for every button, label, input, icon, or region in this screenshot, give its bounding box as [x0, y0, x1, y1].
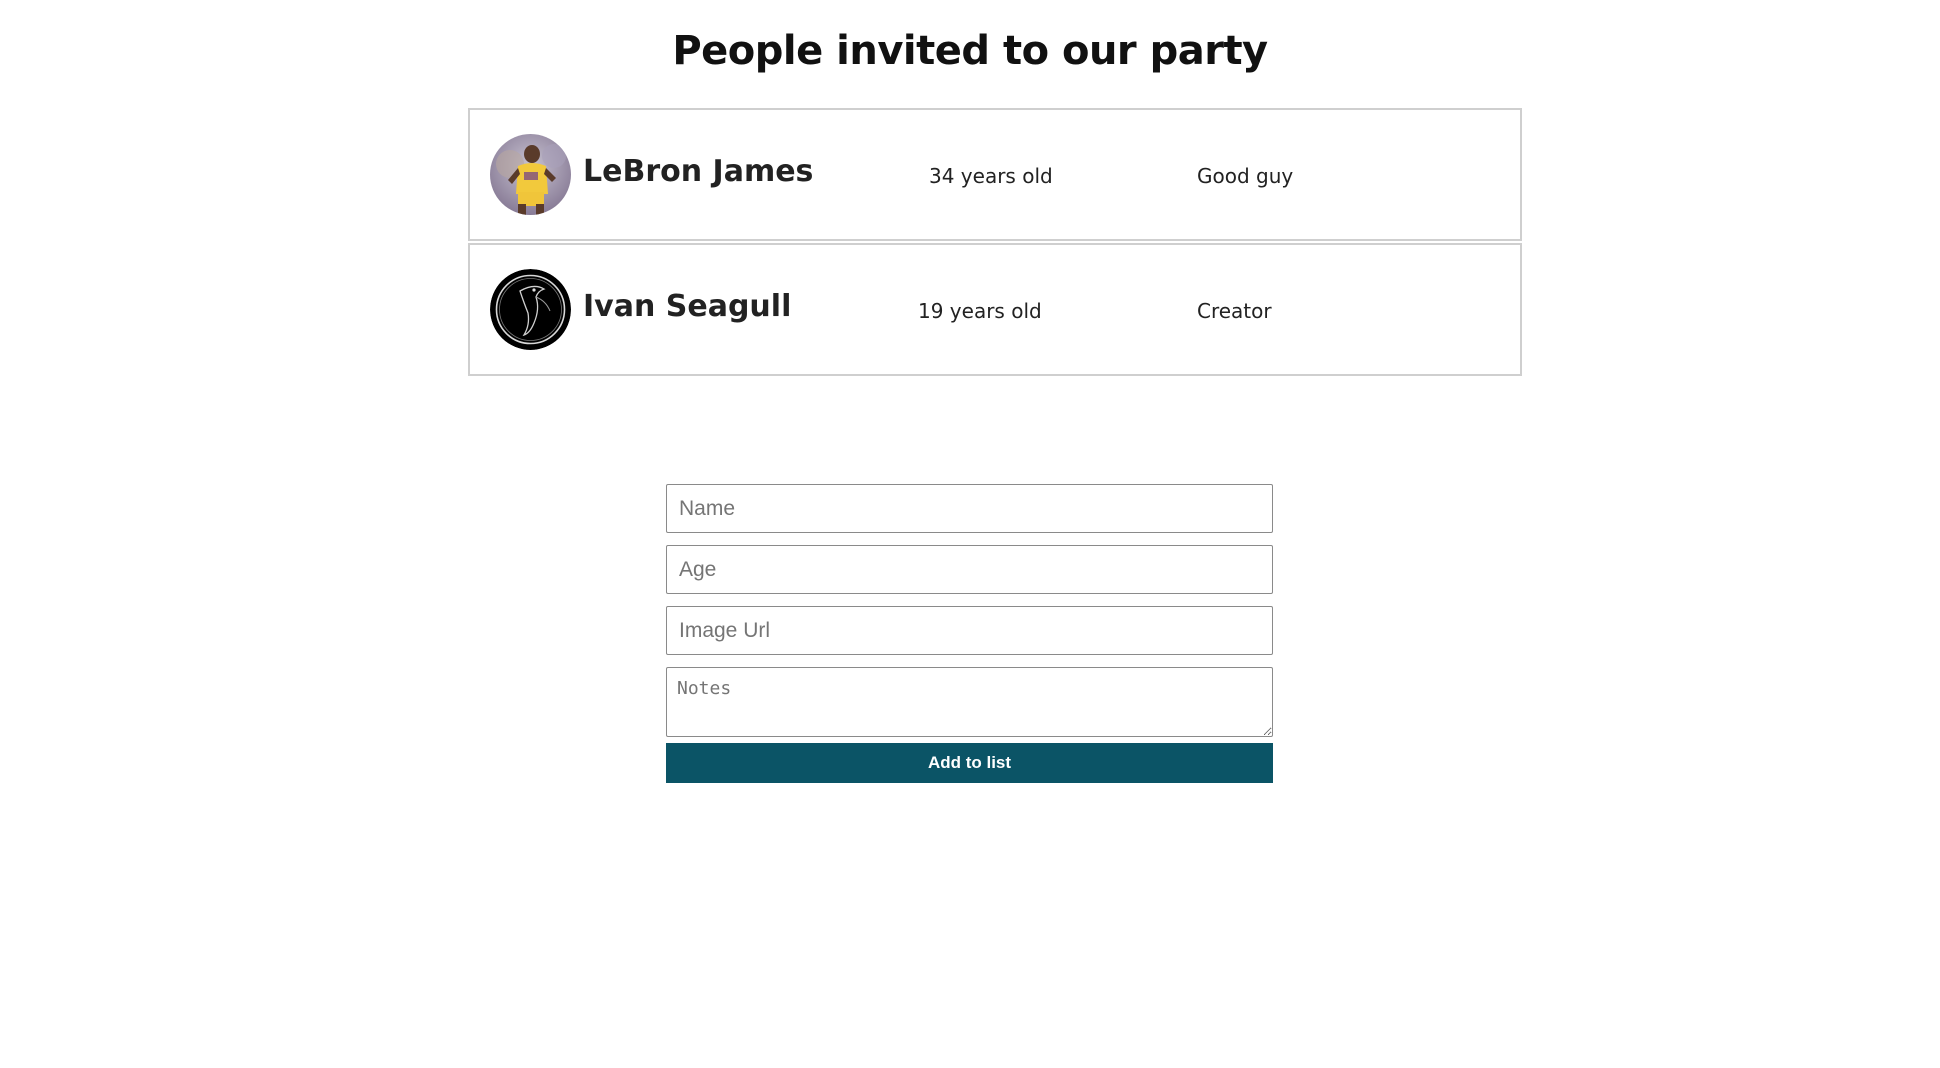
- name-input[interactable]: [666, 484, 1273, 533]
- guest-note: Good guy: [1197, 164, 1294, 188]
- add-to-list-button[interactable]: Add to list: [666, 743, 1273, 783]
- avatar: [490, 269, 571, 350]
- page-title: People invited to our party: [672, 28, 1268, 74]
- guest-card: LeBron James 34 years old Good guy: [468, 108, 1522, 241]
- seagull-logo-icon: [490, 269, 571, 350]
- guest-name: LeBron James: [583, 154, 814, 189]
- guest-age: 19 years old: [918, 299, 1042, 323]
- notes-textarea[interactable]: [666, 667, 1273, 737]
- avatar: [490, 134, 571, 215]
- guest-card: Ivan Seagull 19 years old Creator: [468, 243, 1522, 376]
- add-guest-form: Add to list: [666, 484, 1273, 783]
- guest-age: 34 years old: [929, 164, 1053, 188]
- guest-note: Creator: [1197, 299, 1272, 323]
- guest-name: Ivan Seagull: [583, 289, 792, 324]
- image-url-input[interactable]: [666, 606, 1273, 655]
- age-input[interactable]: [666, 545, 1273, 594]
- guest-list: LeBron James 34 years old Good guy Ivan …: [468, 108, 1522, 378]
- basketball-player-photo-icon: [490, 134, 571, 215]
